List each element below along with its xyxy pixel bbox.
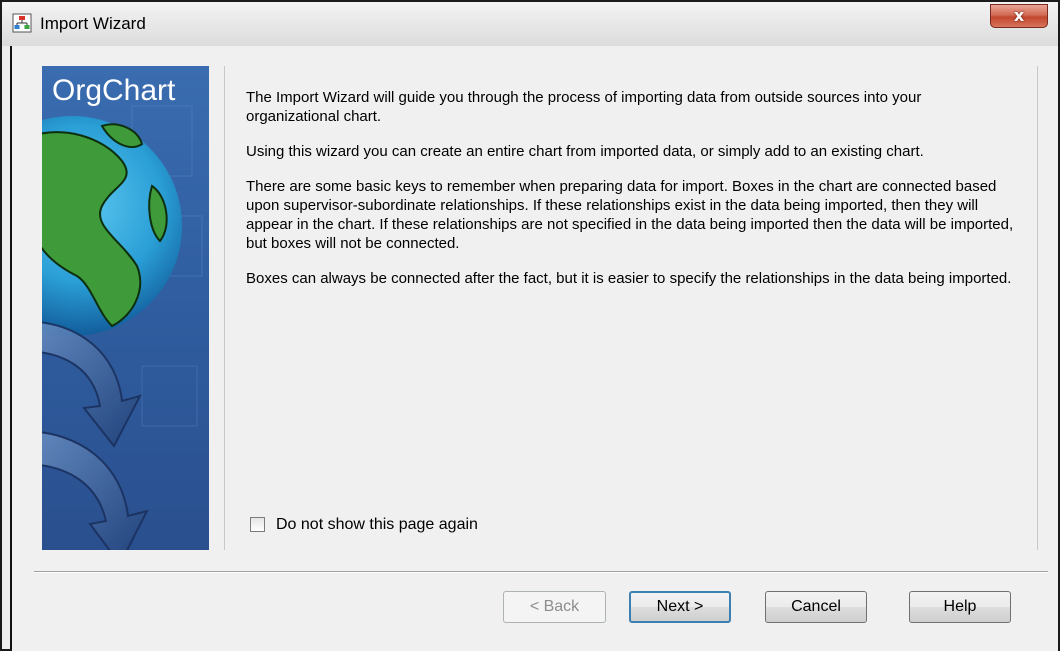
window-title: Import Wizard [40, 14, 146, 33]
intro-paragraph-2: Using this wizard you can create an enti… [246, 143, 924, 160]
intro-paragraph-1: The Import Wizard will guide you through… [246, 89, 922, 125]
separator [34, 571, 1048, 573]
next-button[interactable]: Next > [629, 591, 731, 623]
intro-paragraph-3: There are some basic keys to remember wh… [246, 178, 1014, 252]
banner-title: OrgChart [52, 74, 176, 107]
globe-icon [42, 116, 182, 336]
org-chart-app-icon [12, 13, 32, 33]
arrow-icon [42, 321, 149, 550]
intro-text: The Import Wizard will guide you through… [246, 88, 1016, 304]
close-button[interactable]: x [990, 4, 1048, 28]
do-not-show-checkbox[interactable] [250, 517, 265, 532]
cancel-button[interactable]: Cancel [765, 591, 867, 623]
banner-artwork [42, 105, 203, 550]
do-not-show-label[interactable]: Do not show this page again [276, 516, 478, 534]
intro-paragraph-4: Boxes can always be connected after the … [246, 270, 1012, 287]
import-wizard-window: Import Wizard x OrgChart The Import Wiza… [0, 0, 1060, 651]
wizard-client-area: OrgChart The Import Wizard will guide yo… [12, 46, 1058, 651]
back-button[interactable]: < Back [503, 591, 606, 623]
close-icon: x [1013, 6, 1025, 25]
orgchart-banner: OrgChart [42, 66, 209, 550]
help-button[interactable]: Help [909, 591, 1011, 623]
title-bar: Import Wizard x [2, 2, 1058, 46]
